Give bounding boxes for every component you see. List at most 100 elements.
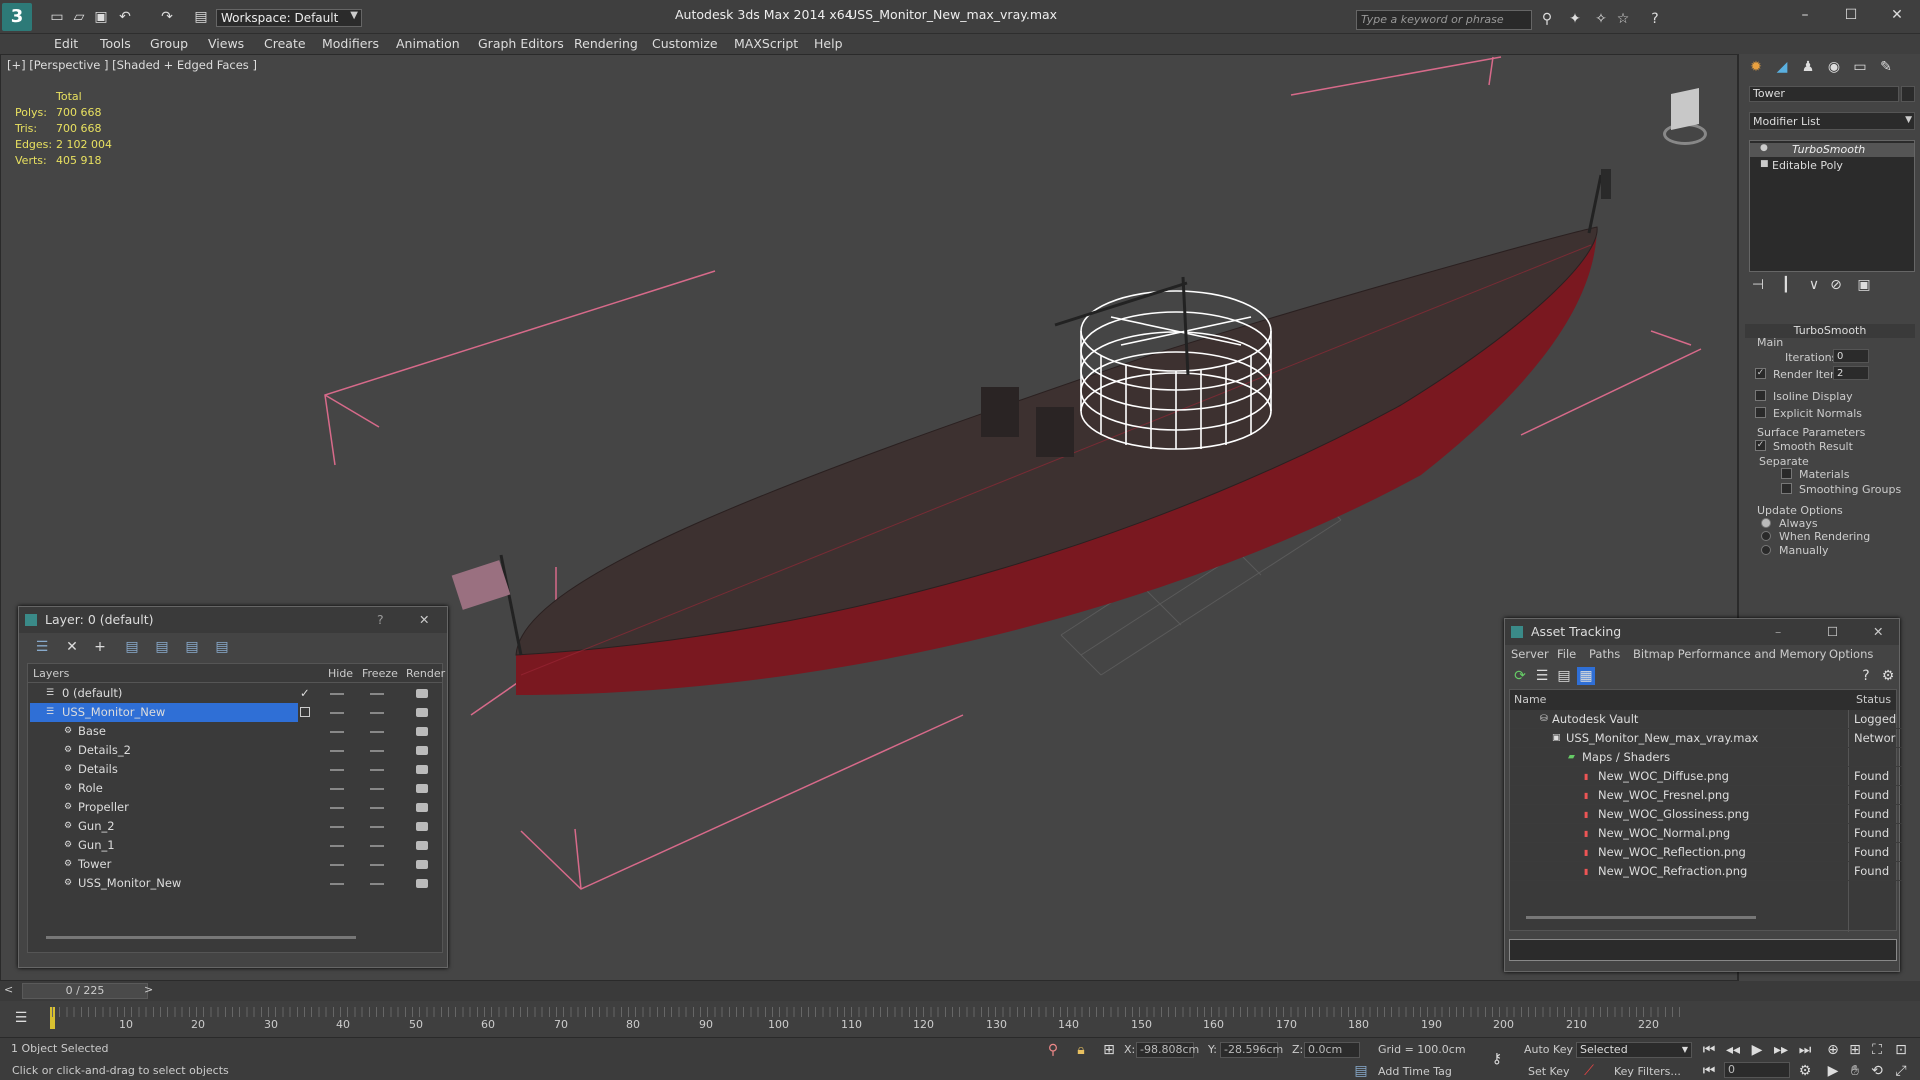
table-view-icon[interactable]: ▦ — [1577, 667, 1595, 685]
hierarchy-tab-icon[interactable]: ♟ — [1799, 58, 1817, 76]
menu-views[interactable]: Views — [208, 36, 244, 51]
object-row[interactable]: ⚙ Base — [28, 722, 436, 741]
configure-sets-icon[interactable]: ▣ — [1855, 276, 1873, 294]
time-config-icon[interactable]: ⚙ — [1796, 1062, 1814, 1080]
menu-animation[interactable]: Animation — [396, 36, 460, 51]
next-frame-icon[interactable]: ▸▸ — [1772, 1041, 1790, 1059]
communication-icon[interactable]: ✦ — [1566, 10, 1584, 28]
asset-menu-file[interactable]: File — [1557, 647, 1576, 661]
workspace-dropdown[interactable]: Workspace: Default ▼ — [216, 9, 362, 27]
new-layer-icon[interactable]: ☰ — [33, 638, 51, 656]
manually-radio[interactable] — [1761, 545, 1771, 555]
stack-item-editable-poly[interactable]: Editable Poly — [1750, 159, 1914, 173]
key-set-dropdown[interactable]: Selected ▼ — [1576, 1042, 1692, 1058]
maximize-icon[interactable]: ☐ — [1842, 6, 1860, 24]
modify-tab-icon[interactable]: ◢ — [1773, 58, 1791, 76]
help-icon[interactable]: ? — [1646, 10, 1664, 28]
when-rendering-radio[interactable] — [1761, 531, 1771, 541]
asset-row[interactable]: ▮ New_WOC_Reflection.png Found — [1510, 843, 1902, 862]
delete-layer-icon[interactable]: ✕ — [63, 638, 81, 656]
zoom-all-icon[interactable]: ⊞ — [1846, 1041, 1864, 1059]
key-mode-icon[interactable]: ⏮ — [1700, 1062, 1718, 1080]
menu-help[interactable]: Help — [814, 36, 843, 51]
asset-row[interactable]: ⛁ Autodesk Vault Logged — [1510, 710, 1902, 729]
refresh-icon[interactable]: ⟳ — [1511, 667, 1529, 685]
open-file-icon[interactable]: ▱ — [70, 8, 88, 26]
project-folder-icon[interactable]: ▤ — [192, 8, 210, 26]
y-coordinate-field[interactable]: -28.596cm — [1220, 1042, 1283, 1058]
go-to-start-icon[interactable]: ⏮ — [1700, 1041, 1718, 1059]
asset-menu-paths[interactable]: Paths — [1589, 647, 1620, 661]
auto-key-button[interactable]: Auto Key — [1524, 1043, 1573, 1056]
undo-icon[interactable]: ↶ — [116, 8, 134, 26]
zoom-extents-all-icon[interactable]: ⊡ — [1892, 1041, 1910, 1059]
show-end-result-icon[interactable]: ┃ — [1777, 276, 1795, 294]
key-filters-button[interactable]: Key Filters... — [1614, 1065, 1681, 1078]
settings-icon[interactable]: ⚙ — [1879, 667, 1897, 685]
object-row[interactable]: ⚙ Role — [28, 779, 436, 798]
highlight-layer-icon[interactable]: ▤ — [153, 638, 171, 656]
asset-row[interactable]: ▣USS_Monitor_New_max_vray.maxNetwork — [1510, 729, 1902, 748]
add-time-tag-label[interactable]: Add Time Tag — [1378, 1065, 1452, 1078]
object-name-field[interactable]: Tower — [1749, 86, 1899, 102]
object-row[interactable]: ⚙ USS_Monitor_New — [28, 874, 436, 893]
object-row[interactable]: ⚙ Gun_2 — [28, 817, 436, 836]
lightbulb-icon[interactable]: ● — [1760, 143, 1768, 153]
object-color-swatch[interactable] — [1901, 86, 1915, 102]
view-cube[interactable] — [1649, 88, 1721, 153]
asset-row[interactable]: ▮ New_WOC_Normal.png Found — [1510, 824, 1902, 843]
time-slider[interactable]: < 0 / 225 > — [0, 981, 1920, 1001]
object-row[interactable]: ⚙ Details — [28, 760, 436, 779]
select-in-layer-icon[interactable]: ▤ — [123, 638, 141, 656]
stack-item-turbosmooth[interactable]: TurboSmooth — [1750, 143, 1914, 157]
menu-rendering[interactable]: Rendering — [574, 36, 638, 51]
display-tab-icon[interactable]: ▭ — [1851, 58, 1869, 76]
menu-modifiers[interactable]: Modifiers — [322, 36, 379, 51]
current-layer-box[interactable] — [300, 707, 310, 717]
freeze-all-layers-icon[interactable]: ▤ — [213, 638, 231, 656]
layer-row-selected[interactable]: ☰ USS_Monitor_New — [28, 703, 436, 722]
redo-icon[interactable]: ↷ — [158, 8, 176, 26]
object-row[interactable]: ⚙ Details_2 — [28, 741, 436, 760]
isolate-selection-icon[interactable]: ⚲ — [1044, 1041, 1062, 1059]
subscription-icon[interactable]: ✧ — [1592, 10, 1610, 28]
help-icon[interactable]: ? — [1857, 667, 1875, 685]
menu-customize[interactable]: Customize — [652, 36, 718, 51]
field-of-view-icon[interactable]: ▶ — [1824, 1062, 1842, 1080]
absolute-mode-icon[interactable]: ⊞ — [1100, 1041, 1118, 1059]
minimize-icon[interactable]: – — [1775, 619, 1781, 645]
asset-menu-bitmap[interactable]: Bitmap Performance and Memory — [1633, 647, 1826, 661]
remove-modifier-icon[interactable]: ⊘ — [1827, 276, 1845, 294]
asset-row[interactable]: ▮ New_WOC_Refraction.png Found — [1510, 862, 1902, 881]
layer-panel-titlebar[interactable]: Layer: 0 (default) ? ✕ — [19, 607, 447, 633]
menu-edit[interactable]: Edit — [54, 36, 78, 51]
create-tab-icon[interactable]: ✹ — [1747, 58, 1765, 76]
zoom-icon[interactable]: ⊕ — [1824, 1041, 1842, 1059]
column-status[interactable]: Status — [1856, 690, 1891, 710]
close-icon[interactable]: ✕ — [1888, 6, 1906, 24]
zoom-extents-icon[interactable]: ⛶ — [1868, 1041, 1886, 1059]
column-freeze[interactable]: Freeze — [362, 664, 398, 683]
play-icon[interactable]: ▶ — [1748, 1041, 1766, 1059]
mini-curve-editor-icon[interactable]: ☰ — [12, 1009, 30, 1027]
detail-view-icon[interactable]: ▤ — [1555, 667, 1573, 685]
favorites-icon[interactable]: ☆ — [1614, 10, 1632, 28]
set-key-button[interactable]: Set Key — [1528, 1065, 1570, 1078]
object-row[interactable]: ⚙ Gun_1 — [28, 836, 436, 855]
menu-graph-editors[interactable]: Graph Editors — [478, 36, 564, 51]
time-next-icon[interactable]: > — [144, 983, 153, 996]
track-bar[interactable]: ☰ 10 20 30 40 50 60 70 80 90 100 110 120… — [0, 1001, 1920, 1037]
always-radio[interactable] — [1761, 518, 1771, 528]
close-icon[interactable]: ✕ — [419, 607, 429, 633]
column-name[interactable]: Name — [1514, 690, 1546, 710]
x-coordinate-field[interactable]: -98.808cm — [1136, 1042, 1199, 1058]
smoothing-groups-checkbox[interactable] — [1781, 483, 1792, 494]
list-view-icon[interactable]: ☰ — [1533, 667, 1551, 685]
motion-tab-icon[interactable]: ◉ — [1825, 58, 1843, 76]
make-unique-icon[interactable]: ∨ — [1805, 276, 1823, 294]
set-key-icon[interactable]: ⟋ — [1580, 1062, 1598, 1080]
current-frame-field[interactable]: 0 — [1724, 1062, 1790, 1078]
render-iters-spinner[interactable]: 2 — [1833, 366, 1869, 380]
horizontal-scrollbar[interactable] — [46, 936, 356, 939]
maximize-viewport-icon[interactable]: ⤢ — [1892, 1062, 1910, 1080]
